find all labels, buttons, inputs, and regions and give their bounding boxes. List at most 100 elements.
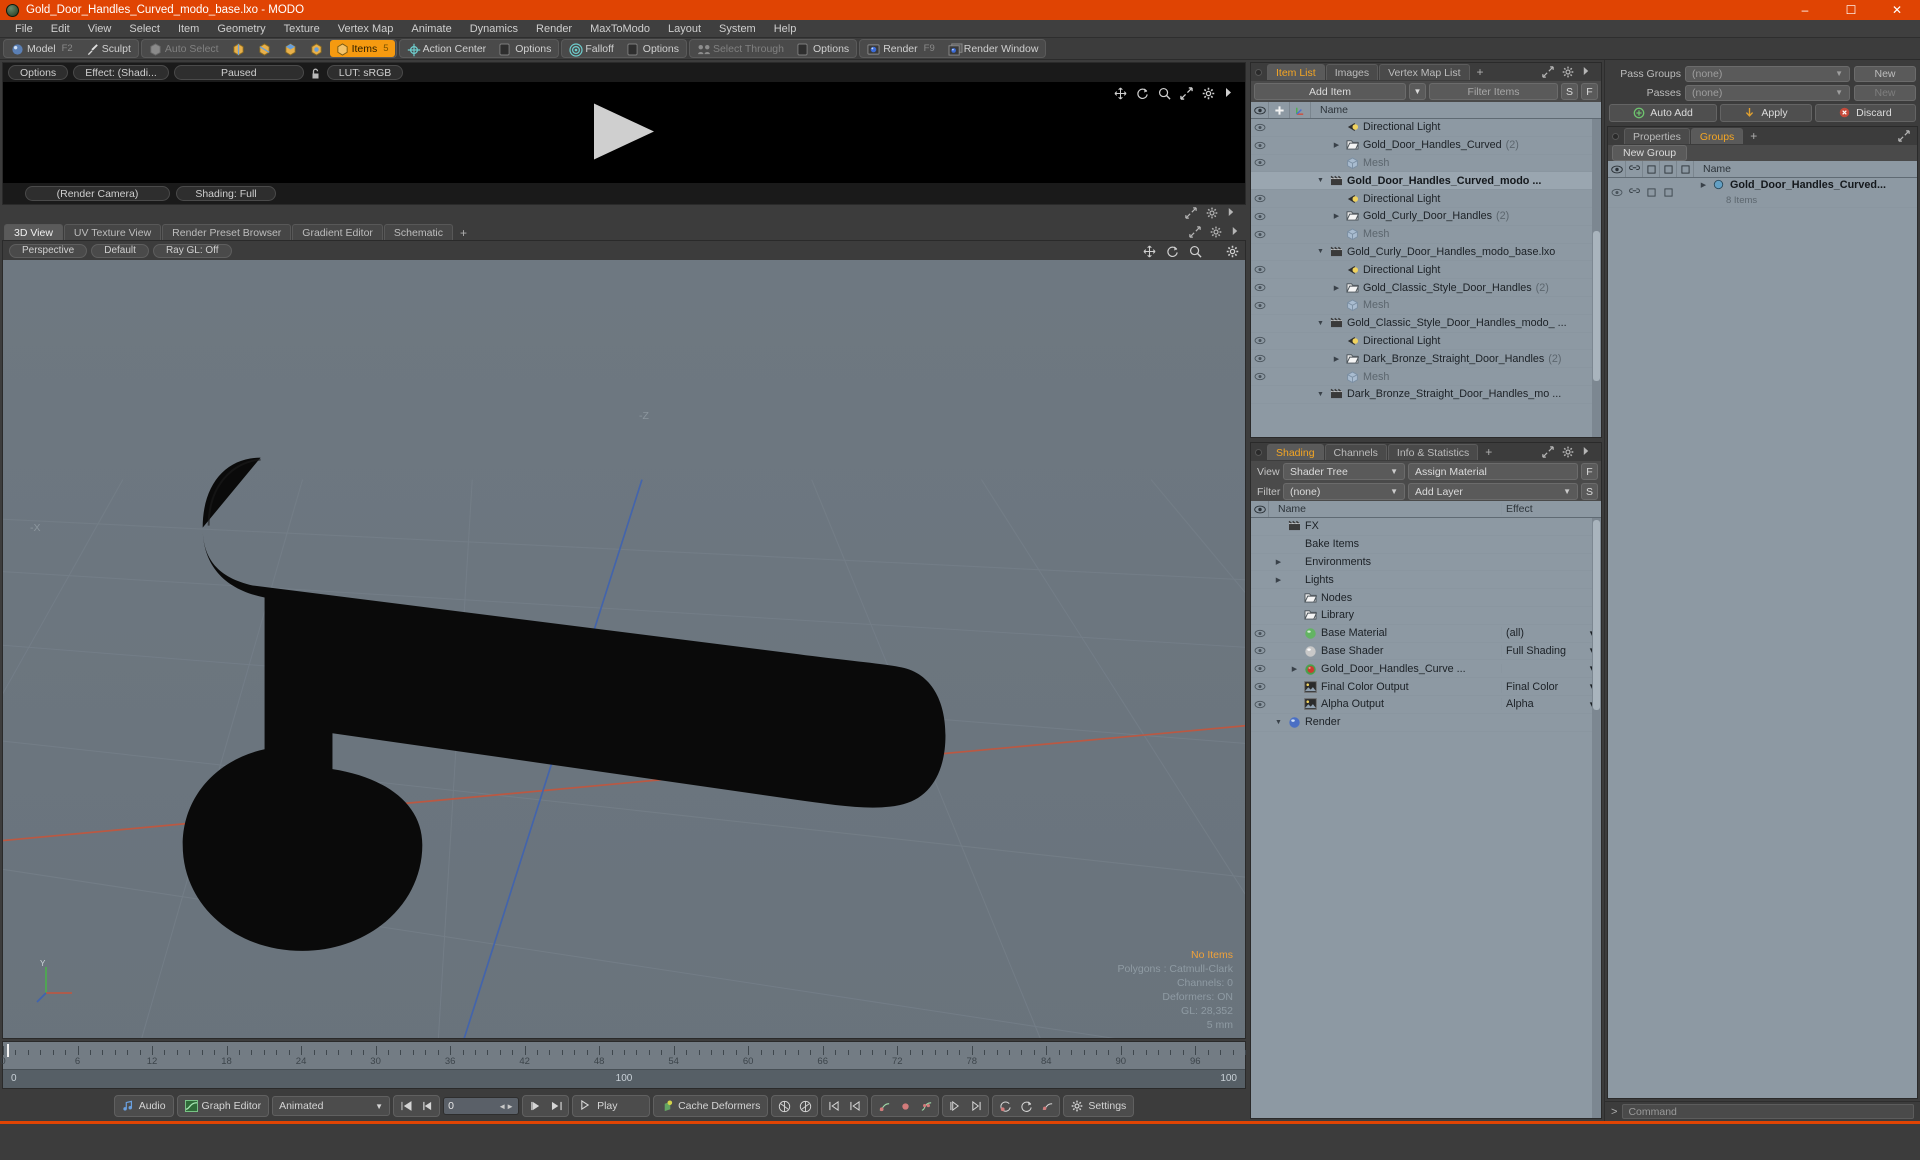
item-list-row[interactable]: Mesh <box>1251 297 1601 315</box>
command-input[interactable]: Command <box>1622 1104 1914 1119</box>
unlock-icon[interactable] <box>309 67 322 79</box>
key-filter-icon[interactable] <box>1037 1097 1057 1115</box>
viewport-tab-gradient-editor[interactable]: Gradient Editor <box>292 224 383 240</box>
shader-tree-row[interactable]: Base Material(all)▼ <box>1251 625 1601 643</box>
preview-canvas[interactable] <box>3 82 1245 183</box>
audio-button[interactable]: Audio <box>114 1095 174 1117</box>
row-twisty-icon[interactable]: ▼ <box>1315 177 1326 184</box>
shader-tree-row[interactable]: Final Color OutputFinal Color▼ <box>1251 678 1601 696</box>
viewport-raygl-button[interactable]: Ray GL: Off <box>153 244 232 258</box>
polygon-button[interactable] <box>278 40 303 57</box>
fit-icon[interactable] <box>1898 130 1911 142</box>
menu-item-maxtomodo[interactable]: MaxToModo <box>581 20 659 38</box>
select-through-button[interactable]: Select Through <box>691 40 790 57</box>
range-out-icon[interactable] <box>966 1097 986 1115</box>
key-delete-icon[interactable] <box>895 1097 915 1115</box>
add-item-button[interactable]: Add Item <box>1254 83 1406 100</box>
tab-vertex-map-list[interactable]: Vertex Map List <box>1379 64 1469 80</box>
falloff-button[interactable]: Falloff <box>563 40 619 57</box>
shader-tree-body[interactable]: FXBake Items▶Environments▶LightsNodesLib… <box>1251 518 1601 1118</box>
gear-icon[interactable] <box>1562 66 1575 78</box>
panel-dot-icon[interactable] <box>1255 449 1262 456</box>
render-window-button[interactable]: Render Window <box>942 40 1045 57</box>
row-eye-icon[interactable] <box>1608 188 1626 197</box>
gear-icon[interactable] <box>1226 245 1239 257</box>
preview-paused-button[interactable]: Paused <box>174 65 304 80</box>
row-eye-icon[interactable] <box>1251 265 1269 274</box>
timeline-ruler[interactable]: 06121824303642485460667278849096 <box>3 1042 1245 1069</box>
move-icon[interactable] <box>1143 245 1156 257</box>
menu-item-select[interactable]: Select <box>120 20 169 38</box>
tab-properties[interactable]: Properties <box>1624 128 1690 144</box>
fit-icon[interactable] <box>1542 66 1555 78</box>
row-eye-icon[interactable] <box>1251 283 1269 292</box>
fit-icon[interactable] <box>1542 446 1555 458</box>
shader-tree-row[interactable]: ▼Render <box>1251 714 1601 732</box>
row-effect-cell[interactable]: Full Shading▼ <box>1501 645 1601 657</box>
tab-groups[interactable]: Groups <box>1691 128 1743 144</box>
row-eye-icon[interactable] <box>1251 141 1269 150</box>
row-twisty-icon[interactable]: ▼ <box>1315 391 1326 398</box>
chevron-right-icon[interactable] <box>1582 66 1595 78</box>
panel-dot-icon[interactable] <box>1255 69 1262 76</box>
move-icon[interactable] <box>1114 87 1127 99</box>
preview-lut-button[interactable]: LUT: sRGB <box>327 65 404 80</box>
row-eye-icon[interactable] <box>1251 682 1269 691</box>
row-effect-cell[interactable]: (all)▼ <box>1501 627 1601 639</box>
panel-dot-icon[interactable] <box>1612 133 1619 140</box>
rotate-icon[interactable] <box>1166 245 1179 257</box>
fit-icon[interactable] <box>1185 207 1198 219</box>
item-list-row[interactable]: ▶Dark_Bronze_Straight_Door_Handles(2) <box>1251 350 1601 368</box>
auto-add-button[interactable]: Auto Add <box>1609 104 1717 122</box>
fit-icon[interactable] <box>1180 87 1193 99</box>
row-twisty-icon[interactable]: ▶ <box>1331 355 1342 363</box>
row-box3-icon[interactable] <box>1677 178 1694 207</box>
groups-row[interactable]: ▶Gold_Door_Handles_Curved...8 Items <box>1608 178 1917 208</box>
last-frame-icon[interactable] <box>546 1097 566 1115</box>
box1-icon[interactable] <box>1643 161 1660 177</box>
axis-icon[interactable] <box>1290 102 1311 118</box>
row-twisty-icon[interactable]: ▶ <box>1331 284 1342 292</box>
menu-item-item[interactable]: Item <box>169 20 208 38</box>
menu-item-render[interactable]: Render <box>527 20 581 38</box>
viewport-tab-uv-texture-view[interactable]: UV Texture View <box>64 224 161 240</box>
tab-info-statistics[interactable]: Info & Statistics <box>1388 444 1478 460</box>
shader-tree-row[interactable]: ▶Environments <box>1251 554 1601 572</box>
sculpt-button[interactable]: Sculpt <box>80 40 137 57</box>
row-eye-icon[interactable] <box>1251 230 1269 239</box>
shader-tree-row[interactable]: Library <box>1251 607 1601 625</box>
menu-item-animate[interactable]: Animate <box>402 20 460 38</box>
link-icon[interactable] <box>1626 161 1643 177</box>
viewport-tab-render-preset-browser[interactable]: Render Preset Browser <box>162 224 291 240</box>
auto-select-button[interactable]: Auto Select <box>143 40 225 57</box>
row-effect-cell[interactable]: Alpha▼ <box>1501 698 1601 710</box>
tab-channels[interactable]: Channels <box>1325 444 1387 460</box>
cache-deformers-button[interactable]: Cache Deformers <box>653 1095 768 1117</box>
filter-items-input[interactable]: Filter Items <box>1429 83 1558 100</box>
zoom-icon[interactable] <box>1158 87 1171 99</box>
zoom-icon[interactable] <box>1189 245 1202 257</box>
pass-groups-new-button[interactable]: New <box>1854 66 1916 82</box>
material-button[interactable] <box>304 40 329 57</box>
passes-new-button[interactable]: New <box>1854 85 1916 101</box>
item-list-row[interactable]: ▶Gold_Door_Handles_Curved(2) <box>1251 137 1601 155</box>
item-list-row[interactable]: Directional Light <box>1251 333 1601 351</box>
play-triangle-icon[interactable] <box>588 100 660 165</box>
play-button[interactable]: Play <box>572 1095 650 1117</box>
menu-item-system[interactable]: System <box>710 20 765 38</box>
viewport-projection-button[interactable]: Perspective <box>9 244 87 258</box>
prev-frame-icon[interactable] <box>417 1097 437 1115</box>
item-list-row[interactable]: Mesh <box>1251 226 1601 244</box>
settings-button[interactable]: Settings <box>1063 1095 1134 1117</box>
shader-tree-scrollbar[interactable] <box>1592 518 1601 1118</box>
timeline[interactable]: 06121824303642485460667278849096 0 100 1… <box>2 1041 1246 1089</box>
current-frame-field[interactable]: 0 ◄► <box>443 1097 519 1115</box>
row-twisty-icon[interactable]: ▶ <box>1331 141 1342 149</box>
item-list-row[interactable]: ▼Gold_Classic_Style_Door_Handles_modo_ .… <box>1251 315 1601 333</box>
fk-icon[interactable] <box>795 1097 815 1115</box>
gear-icon[interactable] <box>1210 226 1223 238</box>
box3-icon[interactable] <box>1677 161 1694 177</box>
timeline-range-bar[interactable]: 0 100 100 <box>3 1069 1245 1088</box>
row-eye-icon[interactable] <box>1251 629 1269 638</box>
key-next-icon[interactable] <box>845 1097 865 1115</box>
